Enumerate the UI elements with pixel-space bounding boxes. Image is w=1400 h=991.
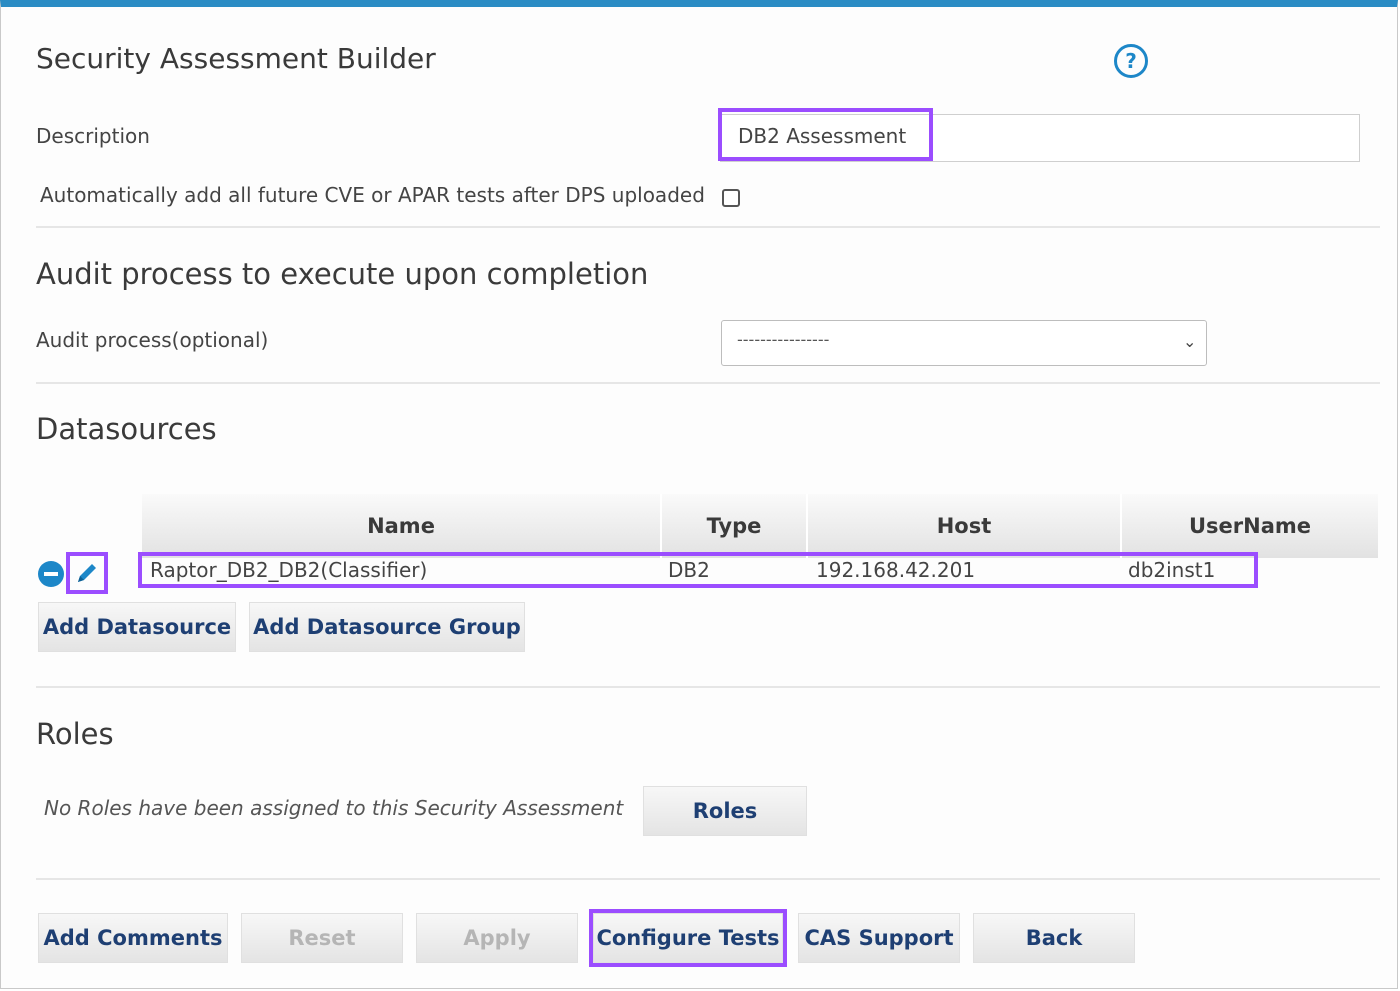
chevron-down-icon: ⌄	[1183, 332, 1197, 351]
reset-button[interactable]: Reset	[241, 913, 403, 963]
divider	[36, 878, 1380, 880]
datasource-row-highlight	[138, 552, 1258, 588]
description-label: Description	[36, 124, 150, 148]
divider	[36, 382, 1380, 384]
help-icon[interactable]: ?	[1114, 44, 1148, 78]
add-datasource-button[interactable]: Add Datasource	[38, 602, 236, 652]
auto-add-label: Automatically add all future CVE or APAR…	[40, 183, 705, 207]
description-highlight	[718, 108, 933, 161]
column-header-name[interactable]: Name	[142, 494, 662, 558]
auto-add-checkbox[interactable]	[722, 189, 740, 207]
configure-tests-highlight	[589, 909, 787, 967]
column-header-host[interactable]: Host	[808, 494, 1122, 558]
roles-button[interactable]: Roles	[643, 786, 807, 836]
add-comments-button[interactable]: Add Comments	[38, 913, 228, 963]
minus-circle-icon[interactable]	[38, 561, 64, 587]
audit-process-label: Audit process(optional)	[36, 328, 269, 352]
cas-support-button[interactable]: CAS Support	[798, 913, 960, 963]
roles-heading: Roles	[36, 717, 114, 751]
back-button[interactable]: Back	[973, 913, 1135, 963]
divider	[36, 686, 1380, 688]
divider	[36, 226, 1380, 228]
roles-note: No Roles have been assigned to this Secu…	[44, 796, 624, 820]
audit-heading: Audit process to execute upon completion	[36, 257, 649, 291]
column-header-username[interactable]: UserName	[1122, 494, 1378, 558]
datasources-heading: Datasources	[36, 412, 217, 446]
pencil-icon[interactable]	[66, 552, 108, 594]
audit-process-value: ----------------	[737, 330, 830, 349]
add-datasource-group-button[interactable]: Add Datasource Group	[249, 602, 525, 652]
page-title: Security Assessment Builder	[36, 42, 436, 75]
apply-button[interactable]: Apply	[416, 913, 578, 963]
column-header-type[interactable]: Type	[662, 494, 808, 558]
